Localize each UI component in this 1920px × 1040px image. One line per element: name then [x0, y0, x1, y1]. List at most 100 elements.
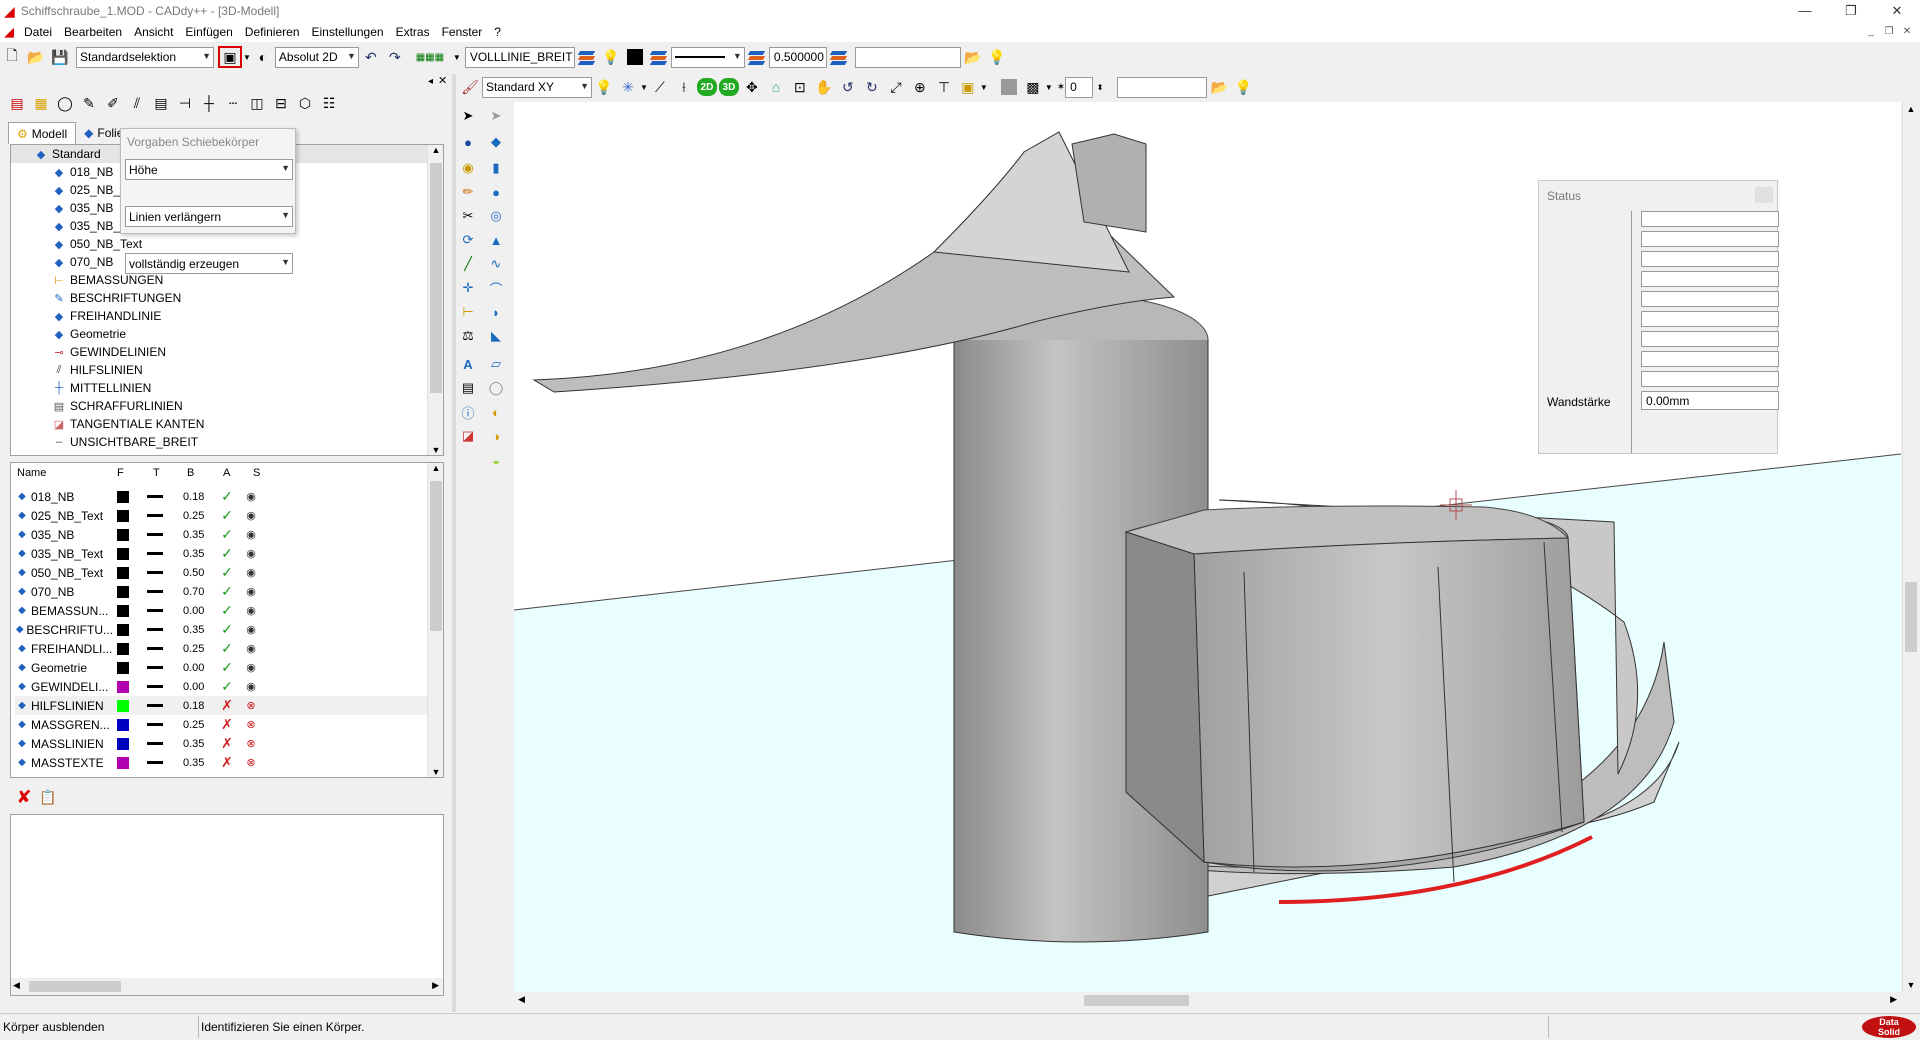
- pattern-icon[interactable]: ▩: [1022, 76, 1044, 98]
- measure-icon[interactable]: ⚖: [456, 324, 480, 348]
- check-icon[interactable]: ✓: [219, 583, 235, 600]
- eye-icon[interactable]: ◉: [243, 509, 259, 522]
- layer-width[interactable]: 0.25: [183, 719, 211, 731]
- layer-color-swatch[interactable]: [117, 623, 129, 636]
- status-field[interactable]: [1641, 371, 1779, 387]
- layer-row[interactable]: ◆ 025_NB_Text 0.25 ✓ ◉: [15, 506, 441, 525]
- hatch-tool-icon[interactable]: ▤: [150, 92, 172, 114]
- box-tool-icon[interactable]: ◫: [246, 92, 268, 114]
- tree-item[interactable]: ◪ TANGENTIALE KANTEN: [51, 415, 443, 433]
- layer-color-swatch[interactable]: [117, 490, 129, 503]
- eye-icon[interactable]: ◉: [243, 585, 259, 598]
- pen-color-icon[interactable]: 🖌: [459, 76, 481, 98]
- tree-item[interactable]: ◆ FREIHANDLINIE: [51, 307, 443, 325]
- save-icon[interactable]: 💾: [49, 46, 71, 68]
- layer-linetype[interactable]: [147, 723, 163, 726]
- status-field[interactable]: [1641, 271, 1779, 287]
- layer-color-swatch[interactable]: [117, 528, 129, 541]
- union-icon[interactable]: ◐: [484, 400, 508, 424]
- tree-item[interactable]: ✎ BESCHRIFTUNGEN: [51, 289, 443, 307]
- layer-width[interactable]: 0.70: [183, 586, 211, 598]
- list-tool-icon[interactable]: ☷: [318, 92, 340, 114]
- layer-row[interactable]: ◆ 035_NB 0.35 ✓ ◉: [15, 525, 441, 544]
- cross-icon[interactable]: ✗: [219, 735, 235, 752]
- layer-table-scrollbar[interactable]: ▲ ▼: [427, 463, 443, 777]
- pencil-icon[interactable]: ✎: [78, 92, 100, 114]
- restore-button[interactable]: ❐: [1828, 0, 1874, 22]
- layer-linetype[interactable]: [147, 609, 163, 612]
- layer-width[interactable]: 0.00: [183, 681, 211, 693]
- coordinate-icon[interactable]: ◐: [252, 46, 274, 68]
- tree-item[interactable]: ┄ UNSICHTBARE_BREIT: [51, 433, 443, 451]
- properties-hscroll[interactable]: ◀ ▶: [11, 978, 443, 995]
- zoom-in-icon[interactable]: ⊕: [909, 76, 931, 98]
- sphere-cut-icon[interactable]: ●: [456, 130, 480, 154]
- check-icon[interactable]: ✓: [219, 564, 235, 581]
- eye-icon[interactable]: ◉: [243, 661, 259, 674]
- light-icon[interactable]: 💡: [593, 76, 615, 98]
- layer-number-field[interactable]: 0: [1065, 76, 1094, 98]
- open-folder-icon-3[interactable]: 📂: [1208, 76, 1230, 98]
- cylinder-icon[interactable]: ▮: [484, 156, 508, 180]
- centerline-tool-icon[interactable]: ┼: [198, 92, 220, 114]
- zoom-window-icon[interactable]: ⊡: [789, 76, 811, 98]
- viewport-vscroll[interactable]: ▲ ▼: [1902, 102, 1919, 992]
- status-field[interactable]: [1641, 351, 1779, 367]
- shade-cube-icon[interactable]: ▣: [957, 76, 979, 98]
- status-field[interactable]: [1641, 311, 1779, 327]
- boolean-icon[interactable]: ◯: [484, 376, 508, 400]
- check-icon[interactable]: ✓: [219, 621, 235, 638]
- layer-width[interactable]: 0.35: [183, 738, 211, 750]
- view-3d-button[interactable]: 3D: [718, 78, 739, 96]
- layer-linetype[interactable]: [147, 742, 163, 745]
- toolbar1-empty-field[interactable]: [854, 46, 961, 68]
- color-black-swatch[interactable]: [624, 46, 646, 68]
- zoom-fit-icon[interactable]: ⤢: [885, 76, 907, 98]
- viewport-hscroll[interactable]: ◀ ▶: [514, 992, 1901, 1009]
- menu-einfuegen[interactable]: Einfügen: [179, 25, 238, 39]
- dimension-tool-icon[interactable]: ⊣: [174, 92, 196, 114]
- status-panel-close[interactable]: [1755, 187, 1773, 203]
- minimize-button[interactable]: —: [1782, 0, 1828, 22]
- delete-layer-icon[interactable]: ✘: [13, 786, 35, 808]
- layer-linetype[interactable]: [147, 533, 163, 536]
- layer-width[interactable]: 0.00: [183, 662, 211, 674]
- panel-close-icon[interactable]: ✕: [438, 74, 447, 87]
- popup-create-select[interactable]: vollständig erzeugen ▼: [125, 253, 293, 274]
- eye-icon[interactable]: ◉: [243, 547, 259, 560]
- spinner-icon[interactable]: ⬍: [1094, 76, 1106, 98]
- layer-row[interactable]: ◆ HILFSLINIEN 0.18 ✗ ⊗: [15, 696, 441, 715]
- rotate-right-icon[interactable]: ↻: [861, 76, 883, 98]
- rotate-left-icon[interactable]: ↺: [837, 76, 859, 98]
- layer-color-swatch[interactable]: [117, 642, 129, 655]
- layer-row[interactable]: ◆ Geometrie 0.00 ✓ ◉: [15, 658, 441, 677]
- layer-color-swatch[interactable]: [117, 699, 129, 712]
- eye-icon[interactable]: ◉: [243, 566, 259, 579]
- new-file-icon[interactable]: 🗋: [1, 46, 23, 68]
- crosshair-icon[interactable]: ✛: [456, 276, 480, 300]
- lightbulb-icon[interactable]: 💡: [600, 46, 622, 68]
- shell-icon[interactable]: ▱: [484, 352, 508, 376]
- menu-fenster[interactable]: Fenster: [436, 25, 489, 39]
- layer-linetype[interactable]: [147, 666, 163, 669]
- layer-width[interactable]: 0.18: [183, 700, 211, 712]
- menu-definieren[interactable]: Definieren: [239, 25, 306, 39]
- layer-linetype[interactable]: [147, 571, 163, 574]
- menu-help[interactable]: ?: [488, 25, 507, 39]
- eye-hidden-icon[interactable]: ⊗: [243, 756, 259, 769]
- layer-row[interactable]: ◆ GEWINDELI... 0.00 ✓ ◉: [15, 677, 441, 696]
- eye-hidden-icon[interactable]: ⊗: [243, 699, 259, 712]
- clipboard-icon[interactable]: 📋: [37, 786, 59, 808]
- layer-color-swatch[interactable]: [117, 585, 129, 598]
- layer-row[interactable]: ◆ 050_NB_Text 0.50 ✓ ◉: [15, 563, 441, 582]
- menu-datei[interactable]: Datei: [18, 25, 58, 39]
- mdi-close-button[interactable]: ✕: [1898, 25, 1916, 39]
- hatch-icon[interactable]: ▤: [456, 376, 480, 400]
- light-settings-icon[interactable]: ✳: [617, 76, 639, 98]
- lightbulb-icon-2[interactable]: 💡: [986, 46, 1008, 68]
- eye-icon[interactable]: ◉: [243, 623, 259, 636]
- layer-linetype[interactable]: [147, 514, 163, 517]
- layer-linetype[interactable]: [147, 590, 163, 593]
- layer-row[interactable]: ◆ 035_NB_Text 0.35 ✓ ◉: [15, 544, 441, 563]
- layer-width[interactable]: 0.18: [183, 491, 211, 503]
